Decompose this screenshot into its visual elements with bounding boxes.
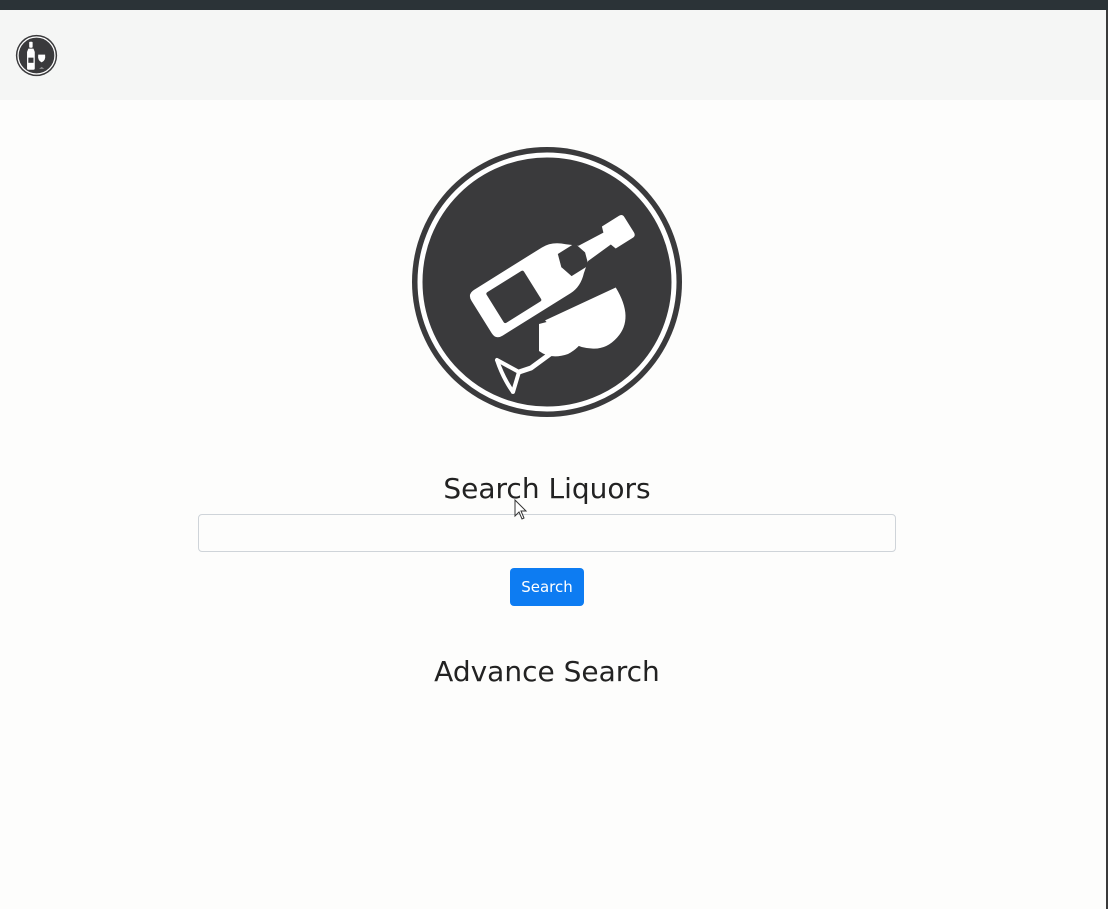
advance-search-link[interactable]: Advance Search <box>0 655 1094 688</box>
wine-bottle-glass-icon <box>412 147 682 417</box>
search-input[interactable] <box>198 514 896 552</box>
navbar-logo-link[interactable] <box>15 34 58 77</box>
hero-logo <box>411 146 683 418</box>
search-button[interactable]: Search <box>510 568 584 606</box>
browser-top-strip <box>0 0 1108 10</box>
wine-bottle-glass-icon <box>15 34 58 77</box>
navbar <box>0 10 1106 100</box>
search-title: Search Liquors <box>443 472 651 505</box>
